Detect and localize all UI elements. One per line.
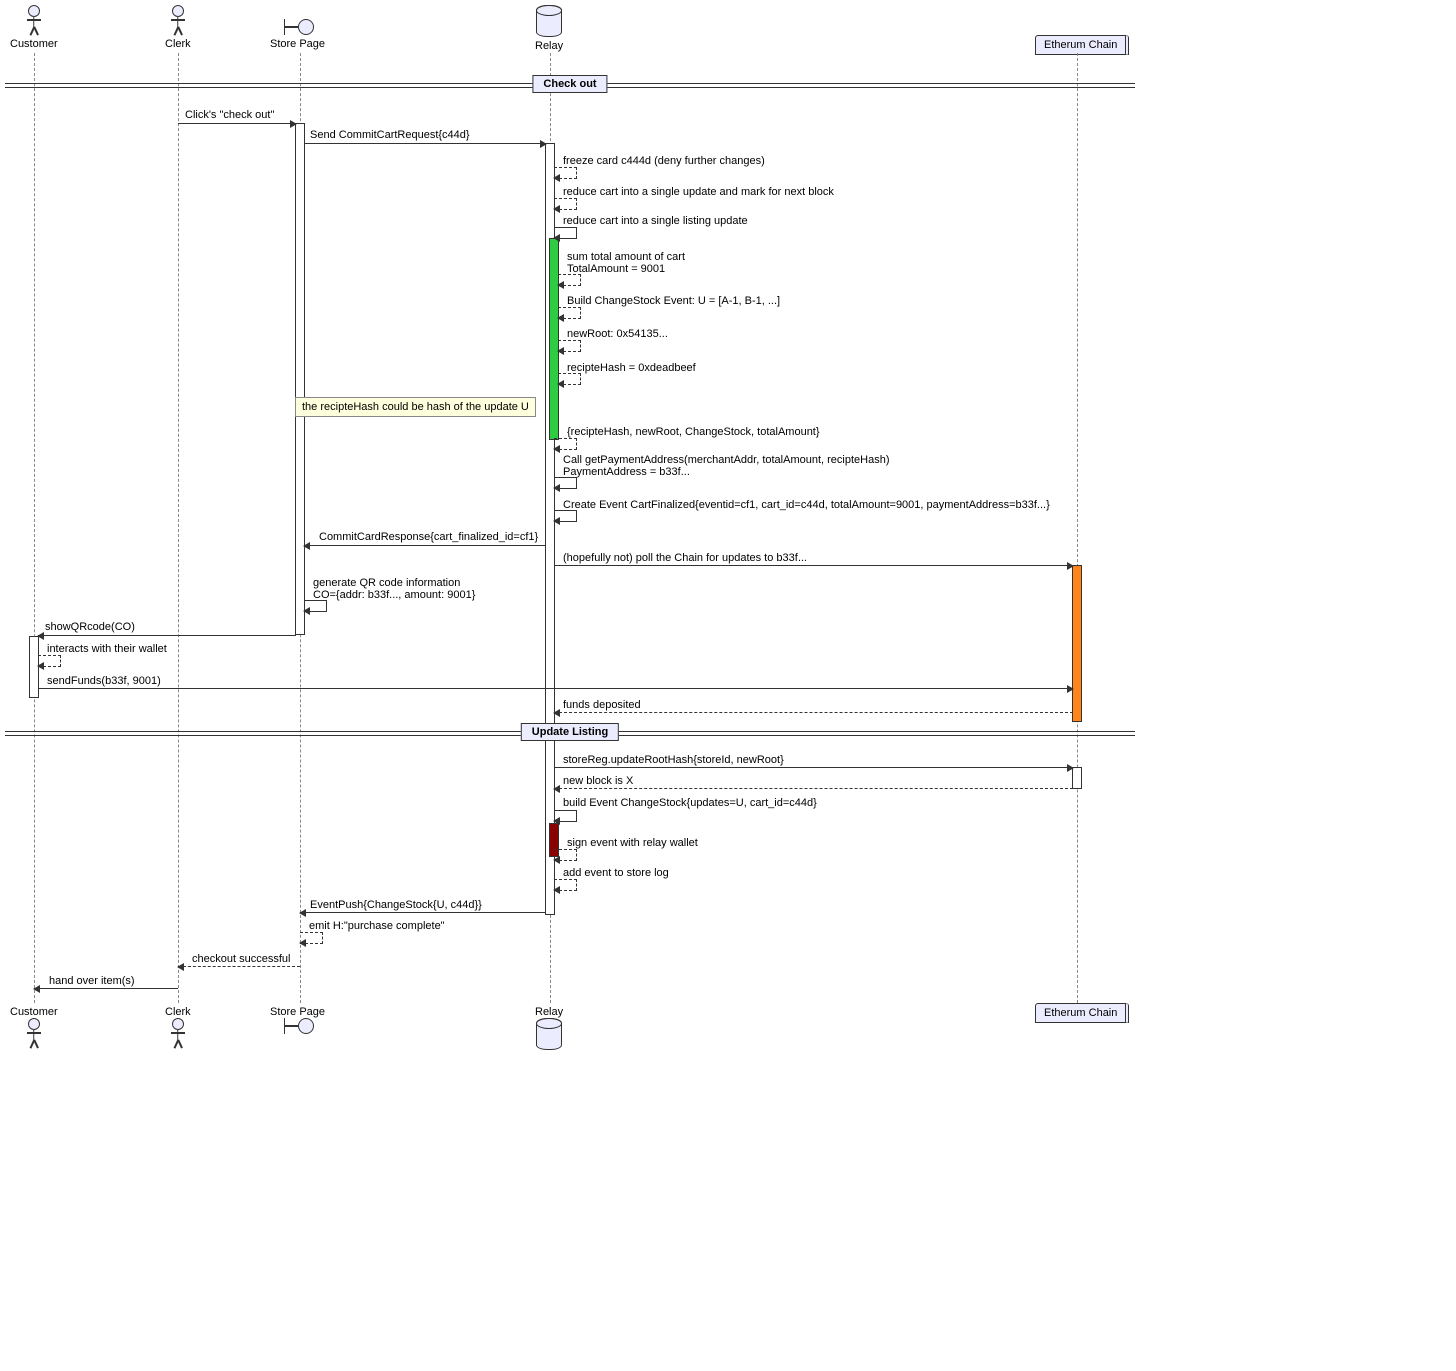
activation-chain-orange (1072, 565, 1082, 722)
database-icon (536, 5, 562, 37)
msg-total-amount: TotalAmount = 9001 (567, 263, 665, 275)
msg-poll-chain: (hopefully not) poll the Chain for updat… (563, 552, 807, 564)
msg-co-value: CO={addr: b33f..., amount: 9001} (313, 589, 475, 601)
divider-update-label: Update Listing (521, 723, 619, 741)
sequence-diagram: Customer Clerk Store Page Relay Etherum … (5, 5, 1135, 1065)
arrow-m9 (558, 373, 581, 385)
node-box: Etherum Chain (1035, 35, 1129, 55)
msg-get-payment-addr: Call getPaymentAddress(merchantAddr, tot… (563, 454, 890, 466)
arrow-m14 (554, 565, 1073, 567)
participant-customer-bottom: Customer (10, 1003, 58, 1048)
arrow-m13 (304, 545, 546, 547)
label: Store Page (270, 38, 325, 50)
participant-clerk-top: Clerk (165, 5, 191, 50)
arrow-m19 (554, 712, 1073, 714)
arrow-m17 (38, 655, 61, 667)
note-recipte-hash: the recipteHash could be hash of the upd… (295, 397, 536, 417)
msg-emit-purchase-complete: emit H:"purchase complete" (309, 920, 445, 932)
divider-checkout-label: Check out (532, 75, 607, 93)
lifeline-customer (34, 53, 35, 1003)
arrow-m10 (554, 438, 577, 450)
label: Clerk (165, 38, 191, 50)
msg-create-cart-finalized: Create Event CartFinalized{eventid=cf1, … (563, 499, 1050, 511)
arrow-m11 (554, 477, 577, 489)
arrow-m18 (38, 688, 1073, 690)
activation-storepage (295, 123, 305, 635)
msg-build-changestock: Build ChangeStock Event: U = [A-1, B-1, … (567, 295, 780, 307)
msg-freeze-card: freeze card c444d (deny further changes) (563, 155, 765, 167)
arrow-m4 (554, 198, 577, 210)
msg-commit-cart-request: Send CommitCartRequest{c44d} (310, 129, 470, 141)
actor-icon (170, 5, 186, 35)
participant-clerk-bottom: Clerk (165, 1003, 191, 1048)
msg-payment-addr-val: PaymentAddress = b33f... (563, 466, 690, 478)
arrow-m3 (554, 167, 577, 179)
arrow-m26 (300, 932, 323, 944)
msg-recipte-hash: recipteHash = 0xdeadbeef (567, 362, 696, 374)
msg-build-event-changestock: build Event ChangeStock{updates=U, cart_… (563, 797, 817, 809)
arrow-m21 (554, 788, 1073, 790)
msg-event-push: EventPush{ChangeStock{U, c44d}} (310, 899, 482, 911)
msg-show-qr: showQRcode(CO) (45, 621, 135, 633)
msg-hand-over: hand over item(s) (49, 975, 135, 987)
label: Customer (10, 38, 58, 50)
msg-sign-event: sign event with relay wallet (567, 837, 698, 849)
participant-chain-top: Etherum Chain (1035, 35, 1129, 55)
msg-send-funds: sendFunds(b33f, 9001) (47, 675, 161, 687)
label: Store Page (270, 1006, 325, 1018)
node-box: Etherum Chain (1035, 1003, 1129, 1023)
msg-gen-qr: generate QR code information (313, 577, 460, 589)
msg-update-root-hash: storeReg.updateRootHash{storeId, newRoot… (563, 754, 784, 766)
arrow-m27 (178, 966, 300, 968)
actor-icon (26, 1018, 42, 1048)
label: Customer (10, 1006, 58, 1018)
lifeline-clerk (178, 53, 179, 1003)
boundary-icon (284, 1018, 312, 1034)
arrow-m23 (554, 849, 577, 861)
label: Clerk (165, 1006, 191, 1018)
arrow-m8 (558, 340, 581, 352)
arrow-m2 (304, 143, 546, 145)
arrow-m12 (554, 510, 577, 522)
arrow-m16 (38, 635, 296, 637)
label: Relay (535, 40, 563, 52)
arrow-m5 (554, 227, 577, 239)
msg-sum-total: sum total amount of cart (567, 251, 685, 263)
msg-reduce-cart-listing: reduce cart into a single listing update (563, 215, 748, 227)
arrow-m20 (554, 767, 1073, 769)
arrow-m7 (558, 307, 581, 319)
participant-storepage-top: Store Page (270, 19, 325, 50)
arrow-m22 (554, 810, 577, 822)
arrow-m25 (300, 912, 546, 914)
arrow-m28 (34, 988, 178, 990)
actor-icon (170, 1018, 186, 1048)
msg-click-checkout: Click's "check out" (185, 109, 274, 121)
msg-new-root: newRoot: 0x54135... (567, 328, 668, 340)
activation-relay-green (549, 238, 559, 440)
msg-reduce-cart-update: reduce cart into a single update and mar… (563, 186, 834, 198)
msg-interacts-wallet: interacts with their wallet (47, 643, 167, 655)
msg-add-event-log: add event to store log (563, 867, 669, 879)
lifeline-chain (1077, 53, 1078, 1003)
msg-new-block: new block is X (563, 775, 633, 787)
msg-funds-deposited: funds deposited (563, 699, 641, 711)
participant-relay-top: Relay (535, 5, 563, 52)
label: Relay (535, 1006, 563, 1018)
participant-customer-top: Customer (10, 5, 58, 50)
arrow-m24 (554, 879, 577, 891)
participant-storepage-bottom: Store Page (270, 1003, 325, 1034)
boundary-icon (284, 19, 312, 35)
database-icon (536, 1018, 562, 1050)
actor-icon (26, 5, 42, 35)
participant-chain-bottom: Etherum Chain (1035, 1003, 1129, 1023)
msg-commit-card-response: CommitCardResponse{cart_finalized_id=cf1… (319, 531, 538, 543)
msg-checkout-successful: checkout successful (192, 953, 290, 965)
arrow-m15 (304, 600, 327, 612)
msg-return-tuple: {recipteHash, newRoot, ChangeStock, tota… (567, 426, 820, 438)
arrow-m1 (178, 123, 296, 125)
arrow-m6 (558, 274, 581, 286)
participant-relay-bottom: Relay (535, 1003, 563, 1050)
